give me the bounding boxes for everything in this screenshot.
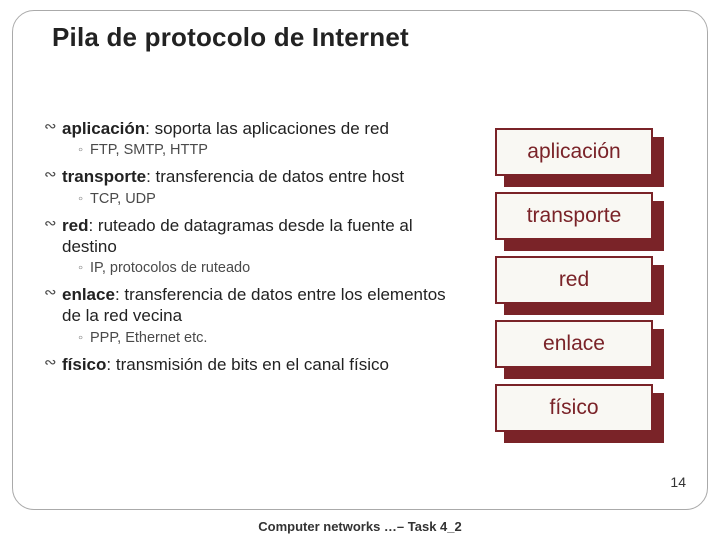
layer-label: transporte <box>495 192 653 240</box>
layer-label: físico <box>495 384 653 432</box>
sub-bullet-icon: ◦ <box>78 260 90 276</box>
list-item: ∾ transporte: transferencia de datos ent… <box>44 166 454 206</box>
sub-bullet-icon: ◦ <box>78 191 90 207</box>
item-sub: TCP, UDP <box>90 191 156 207</box>
item-desc: : ruteado de datagramas desde la fuente … <box>62 216 413 256</box>
item-desc: : transmisión de bits en el canal físico <box>106 355 389 374</box>
content-list: ∾ aplicación: soporta las aplicaciones d… <box>44 118 454 381</box>
bullet-icon: ∾ <box>44 166 62 185</box>
list-item: ∾ enlace: transferencia de datos entre l… <box>44 284 454 346</box>
item-sub: FTP, SMTP, HTTP <box>90 142 208 158</box>
stack-layer: físico <box>495 384 665 440</box>
slide: Pila de protocolo de Internet ∾ aplicaci… <box>0 0 720 540</box>
footer-text: Computer networks …– Task 4_2 <box>0 519 720 534</box>
item-name: físico <box>62 355 106 374</box>
item-sub: IP, protocolos de ruteado <box>90 260 250 276</box>
item-desc: : transferencia de datos entre host <box>146 167 404 186</box>
item-name: aplicación <box>62 119 145 138</box>
list-item: ∾ red: ruteado de datagramas desde la fu… <box>44 215 454 277</box>
stack-layer: aplicación <box>495 128 665 184</box>
stack-layer: enlace <box>495 320 665 376</box>
bullet-icon: ∾ <box>44 354 62 373</box>
layer-label: aplicación <box>495 128 653 176</box>
list-item: ∾ aplicación: soporta las aplicaciones d… <box>44 118 454 158</box>
sub-bullet-icon: ◦ <box>78 142 90 158</box>
layer-label: enlace <box>495 320 653 368</box>
stack-layer: red <box>495 256 665 312</box>
slide-title: Pila de protocolo de Internet <box>52 22 409 53</box>
page-number: 14 <box>670 474 686 490</box>
bullet-icon: ∾ <box>44 215 62 234</box>
protocol-stack: aplicación transporte red enlace físico <box>495 128 665 448</box>
item-desc: : transferencia de datos entre los eleme… <box>62 285 446 325</box>
item-sub: PPP, Ethernet etc. <box>90 330 207 346</box>
item-desc: : soporta las aplicaciones de red <box>145 119 389 138</box>
item-name: red <box>62 216 88 235</box>
item-name: transporte <box>62 167 146 186</box>
list-item: ∾ físico: transmisión de bits en el cana… <box>44 354 454 375</box>
bullet-icon: ∾ <box>44 118 62 137</box>
stack-layer: transporte <box>495 192 665 248</box>
bullet-icon: ∾ <box>44 284 62 303</box>
item-name: enlace <box>62 285 115 304</box>
layer-label: red <box>495 256 653 304</box>
sub-bullet-icon: ◦ <box>78 330 90 346</box>
